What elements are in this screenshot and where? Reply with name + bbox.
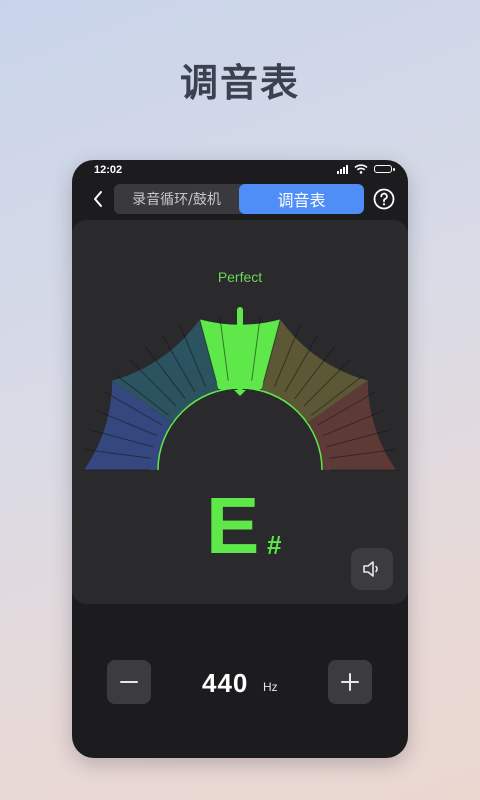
status-bar: 12:02 xyxy=(72,160,408,180)
reference-pitch-row: 440 Hz xyxy=(72,660,408,706)
plus-icon xyxy=(341,673,359,691)
back-icon xyxy=(94,191,102,207)
note-name: E xyxy=(206,481,260,570)
increase-pitch-button[interactable] xyxy=(328,660,372,704)
wifi-icon xyxy=(354,164,368,174)
speaker-icon xyxy=(363,561,378,577)
battery-icon xyxy=(374,165,395,173)
note-accidental: # xyxy=(267,530,282,560)
back-button[interactable] xyxy=(86,186,110,212)
page-title: 调音表 xyxy=(179,61,300,105)
help-icon[interactable] xyxy=(372,187,396,211)
reference-pitch-unit: Hz xyxy=(263,680,278,694)
tab-tuner[interactable]: 调音表 xyxy=(239,184,364,214)
status-icons xyxy=(337,164,395,174)
nav-bar: 录音循环/鼓机 调音表 xyxy=(72,182,408,216)
signal-icon xyxy=(337,164,348,174)
phone-frame: 12:02 录音循环/鼓机 调音表 Perfect E # 440 Hz xyxy=(72,160,408,758)
status-time: 12:02 xyxy=(94,164,123,176)
tuning-gauge xyxy=(84,307,396,471)
sound-toggle-button[interactable] xyxy=(351,548,393,590)
minus-icon xyxy=(120,681,138,683)
tab-loop-drum[interactable]: 录音循环/鼓机 xyxy=(114,184,239,214)
tuner-panel: Perfect E # xyxy=(72,220,408,604)
mode-tabs: 录音循环/鼓机 调音表 xyxy=(114,184,364,214)
reference-pitch-value: 440 xyxy=(202,668,249,698)
decrease-pitch-button[interactable] xyxy=(107,660,151,704)
